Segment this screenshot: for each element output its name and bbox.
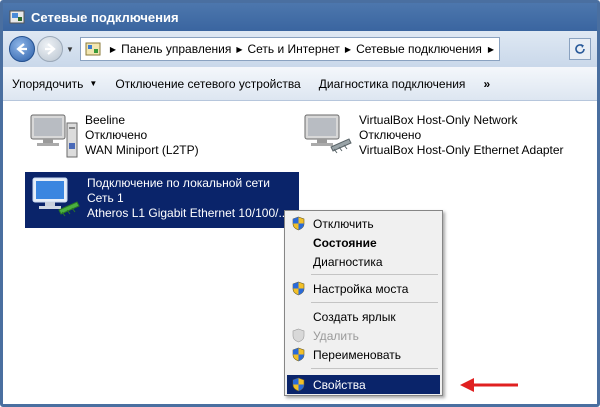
control-panel-icon (85, 42, 101, 56)
history-dropdown-icon[interactable]: ▼ (66, 45, 74, 54)
uac-shield-disabled-icon (292, 328, 305, 343)
more-commands-button[interactable]: » (474, 77, 499, 91)
connection-name: Beeline (85, 113, 126, 127)
disable-device-button[interactable]: Отключение сетевого устройства (106, 77, 309, 91)
connection-status: Отключено (359, 128, 422, 142)
refresh-icon (575, 44, 585, 54)
connection-name: Подключение по локальной сети (87, 176, 270, 190)
organize-button[interactable]: Упорядочить ▼ (3, 77, 106, 91)
menu-item-label: Переименовать (313, 347, 401, 362)
breadcrumb-network-connections[interactable]: Сетевые подключения (356, 42, 482, 56)
connection-device: Atheros L1 Gigabit Ethernet 10/100/... (87, 206, 289, 220)
address-bar: ▼ ▶ Панель управления ▶ Сеть и Интернет … (3, 31, 597, 67)
back-button[interactable] (9, 36, 35, 62)
menu-item-label: Удалить (313, 328, 359, 343)
network-adapter-icon (32, 177, 80, 217)
connection-device: VirtualBox Host-Only Ethernet Adapter (359, 143, 564, 157)
uac-shield-icon (292, 347, 305, 362)
breadcrumb-separator-icon[interactable]: ▶ (110, 45, 116, 54)
menu-item-label: Диагностика (313, 254, 383, 269)
uac-shield-icon (292, 377, 305, 392)
diagnose-connection-button[interactable]: Диагностика подключения (310, 77, 475, 91)
command-bar: Упорядочить ▼ Отключение сетевого устрой… (3, 67, 597, 101)
connection-text: VirtualBox Host-Only Network Отключено V… (359, 113, 564, 159)
connection-status: Сеть 1 (87, 191, 124, 205)
network-folder-icon (9, 10, 25, 24)
organize-label: Упорядочить (12, 76, 84, 91)
connection-text: Beeline Отключено WAN Miniport (L2TP) (85, 113, 199, 159)
more-commands-label: » (483, 76, 491, 91)
uac-shield-icon (292, 281, 305, 296)
breadcrumb-separator-icon[interactable]: ▶ (345, 45, 351, 54)
window: Сетевые подключения ▼ ▶ Панель управлени… (0, 0, 600, 407)
menu-item-label: Состояние (313, 235, 377, 250)
arrow-left-icon (16, 43, 27, 55)
menu-item-label: Отключить (313, 216, 374, 231)
menu-item-delete[interactable]: Удалить (287, 326, 440, 345)
connection-text: Подключение по локальной сети Сеть 1 Ath… (87, 176, 288, 228)
breadcrumb-network-internet[interactable]: Сеть и Интернет (247, 42, 339, 56)
breadcrumb-separator-icon[interactable]: ▶ (236, 45, 242, 54)
diagnose-connection-label: Диагностика подключения (318, 76, 466, 91)
menu-item-disable[interactable]: Отключить (287, 214, 440, 233)
connection-item-beeline[interactable]: Beeline Отключено WAN Miniport (L2TP) (27, 113, 199, 159)
refresh-button[interactable] (569, 38, 591, 60)
connection-device: WAN Miniport (L2TP) (85, 143, 199, 157)
menu-separator (311, 274, 438, 275)
context-menu: Отключить Состояние Диагностика Настройк… (284, 210, 443, 396)
window-title: Сетевые подключения (31, 9, 179, 25)
menu-item-create-shortcut[interactable]: Создать ярлык (287, 307, 440, 326)
disable-device-label: Отключение сетевого устройства (115, 76, 301, 91)
uac-shield-icon (292, 216, 305, 231)
menu-item-label: Создать ярлык (313, 309, 396, 324)
title-bar: Сетевые подключения (3, 3, 597, 31)
menu-item-bridge[interactable]: Настройка моста (287, 279, 440, 298)
menu-item-label: Свойства (313, 377, 366, 392)
chevron-down-icon: ▼ (89, 79, 98, 88)
menu-item-properties[interactable]: Свойства (287, 375, 440, 394)
connection-item-virtualbox[interactable]: VirtualBox Host-Only Network Отключено V… (301, 113, 564, 159)
network-adapter-disabled-icon (304, 114, 352, 154)
breadcrumb-control-panel[interactable]: Панель управления (121, 42, 231, 56)
menu-separator (311, 368, 438, 369)
connection-item-local-network[interactable]: Подключение по локальной сети Сеть 1 Ath… (25, 172, 299, 228)
menu-separator (311, 302, 438, 303)
connection-name: VirtualBox Host-Only Network (359, 113, 518, 127)
menu-item-diagnostics[interactable]: Диагностика (287, 252, 440, 271)
menu-item-status[interactable]: Состояние (287, 233, 440, 252)
breadcrumb-separator-icon[interactable]: ▶ (488, 45, 494, 54)
arrow-right-icon (45, 43, 56, 55)
connection-status: Отключено (85, 128, 148, 142)
menu-item-label: Настройка моста (313, 281, 409, 296)
annotation-arrow-icon (460, 378, 518, 392)
forward-button[interactable] (37, 36, 63, 62)
address-input[interactable]: ▶ Панель управления ▶ Сеть и Интернет ▶ … (79, 37, 500, 61)
menu-item-rename[interactable]: Переименовать (287, 345, 440, 364)
computer-disabled-icon (30, 114, 78, 158)
